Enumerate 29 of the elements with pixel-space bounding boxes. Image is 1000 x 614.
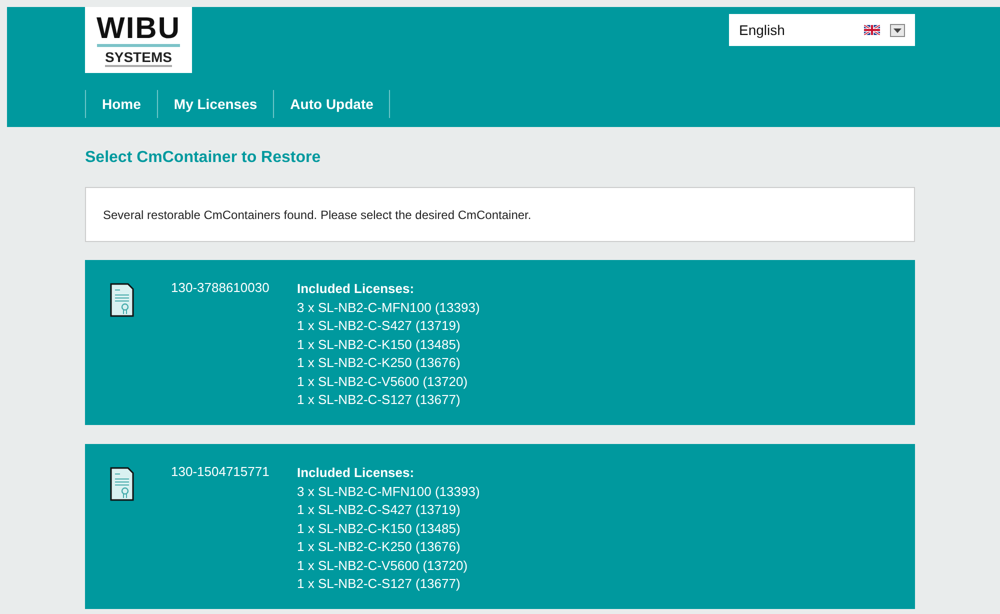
licenses-title: Included Licenses:	[297, 464, 416, 482]
page-heading: Select CmContainer to Restore	[85, 149, 322, 167]
licenses-title: Included Licenses:	[297, 280, 416, 298]
license-item: 1 x SL-NB2-C-K250 (13676)	[297, 538, 462, 556]
logo[interactable]: WIBU SYSTEMS	[85, 7, 192, 73]
language-dropdown[interactable]: English	[729, 14, 915, 46]
flag-icon	[864, 25, 880, 35]
license-item: 1 x SL-NB2-C-S427 (13719)	[297, 501, 462, 519]
license-item: 1 x SL-NB2-C-K150 (13485)	[297, 336, 462, 354]
nav-link[interactable]: Home	[85, 90, 157, 118]
certificate-icon	[110, 467, 134, 501]
caret-icon[interactable]	[890, 24, 905, 36]
license-item: 3 x SL-NB2-C-MFN100 (13393)	[297, 482, 480, 501]
license-item: 1 x SL-NB2-C-K250 (13676)	[297, 354, 462, 372]
container-card[interactable]: 130-3788610030 Included Licenses: 3 x SL-NB2-C-MFN100 (13393) 1 x SL-NB2-C-S427 (13719) 1 x SL-NB2-C-K150 (13485) 1 x SL-NB2-C-K250 (13676) 1 x SL-NB2-C-V5600 (13720) 1 x SL-NB2-C-S127 (13677)	[85, 260, 915, 425]
certificate-icon	[110, 283, 134, 317]
message-text: Several restorable CmContainers found. Please select the desired CmContainer.	[103, 208, 532, 222]
license-item: 1 x SL-NB2-C-V5600 (13720)	[297, 372, 469, 391]
license-item: 1 x SL-NB2-C-K150 (13485)	[297, 520, 462, 538]
nav-link[interactable]: My Licenses	[156, 90, 274, 118]
license-item: 1 x SL-NB2-C-S127 (13677)	[297, 575, 462, 593]
license-item: 1 x SL-NB2-C-S127 (13677)	[297, 391, 462, 409]
license-item: 3 x SL-NB2-C-MFN100 (13393)	[297, 298, 480, 317]
container-serial: 130-3788610030	[171, 280, 270, 295]
nav-link[interactable]: Auto Update	[273, 90, 390, 118]
license-item: 1 x SL-NB2-C-S427 (13719)	[297, 317, 462, 335]
container-card[interactable]: 130-1504715771 Included Licenses: 3 x SL-NB2-C-MFN100 (13393) 1 x SL-NB2-C-S427 (13719) 1 x SL-NB2-C-K150 (13485) 1 x SL-NB2-C-K250 (13676) 1 x SL-NB2-C-V5600 (13720) 1 x SL-NB2-C-S127 (13677)	[85, 444, 915, 609]
container-serial: 130-1504715771	[171, 464, 270, 479]
license-item: 1 x SL-NB2-C-V5600 (13720)	[297, 556, 469, 575]
